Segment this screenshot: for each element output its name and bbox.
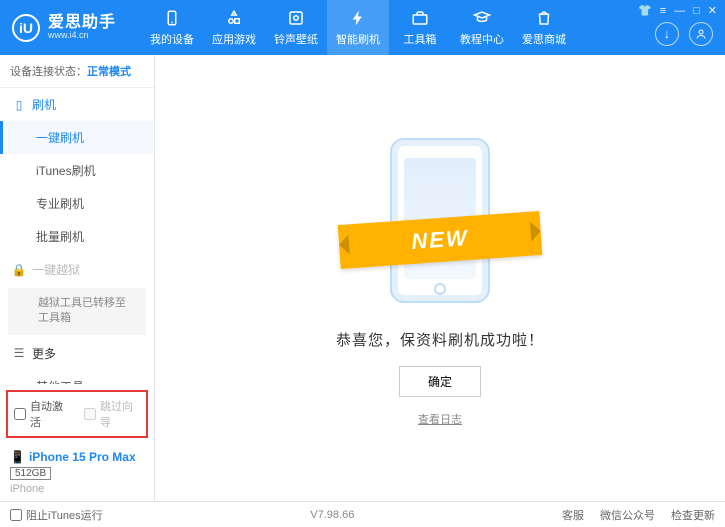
version-label: V7.98.66 — [310, 509, 354, 521]
maximize-icon[interactable]: □ — [693, 5, 700, 17]
tshirt-icon[interactable]: 👕 — [638, 4, 652, 17]
nav-my-device[interactable]: 我的设备 — [141, 0, 203, 55]
new-ribbon: NEW — [338, 211, 543, 269]
sidebar-group-jailbreak: 🔒 一键越狱 — [0, 253, 154, 286]
group-label: 刷机 — [32, 96, 56, 113]
device-name[interactable]: 📱 iPhone 15 Pro Max — [10, 450, 144, 464]
app-logo: iU 爱思助手 www.i4.cn — [12, 14, 116, 42]
nav-label: 工具箱 — [404, 31, 437, 47]
more-icon: ☰ — [12, 346, 26, 360]
device-info: 📱 iPhone 15 Pro Max 512GB iPhone — [0, 444, 154, 501]
sidebar-item-pro-flash[interactable]: 专业刷机 — [0, 187, 154, 220]
device-name-text: iPhone 15 Pro Max — [29, 450, 136, 464]
conn-label: 设备连接状态： — [10, 66, 87, 78]
top-nav: 我的设备 应用游戏 铃声壁纸 智能刷机 工具箱 教程中心 爱思商城 — [141, 0, 575, 55]
group-label: 更多 — [32, 345, 56, 362]
app-url: www.i4.cn — [48, 31, 116, 41]
device-type: iPhone — [10, 483, 144, 495]
logo-badge-icon: iU — [12, 14, 40, 42]
app-title: 爱思助手 — [48, 14, 116, 32]
apps-icon — [224, 8, 244, 28]
sidebar-item-batch-flash[interactable]: 批量刷机 — [0, 220, 154, 253]
device-icon — [162, 8, 182, 28]
header-right-actions: ↓ — [655, 22, 713, 46]
toolbox-icon — [410, 8, 430, 28]
nav-tutorial[interactable]: 教程中心 — [451, 0, 513, 55]
view-log-link[interactable]: 查看日志 — [418, 411, 462, 427]
nav-label: 铃声壁纸 — [274, 31, 318, 47]
minimize-icon[interactable]: — — [674, 5, 685, 17]
options-highlight-box: 自动激活 跳过向导 — [6, 390, 148, 438]
nav-label: 智能刷机 — [336, 31, 380, 47]
ringtone-icon — [286, 8, 306, 28]
sidebar-group-more[interactable]: ☰ 更多 — [0, 337, 154, 370]
checkbox-label: 自动激活 — [30, 398, 70, 430]
group-label: 一键越狱 — [32, 261, 80, 278]
nav-label: 应用游戏 — [212, 31, 256, 47]
sidebar-item-itunes-flash[interactable]: iTunes刷机 — [0, 154, 154, 187]
nav-label: 教程中心 — [460, 31, 504, 47]
skip-wizard-checkbox[interactable]: 跳过向导 — [84, 398, 140, 430]
footer-wechat[interactable]: 微信公众号 — [600, 507, 655, 523]
account-button[interactable] — [689, 22, 713, 46]
lock-icon: 🔒 — [12, 263, 26, 277]
nav-label: 爱思商城 — [522, 31, 566, 47]
auto-activate-checkbox[interactable]: 自动激活 — [14, 398, 70, 430]
success-message: 恭喜您，保资料刷机成功啦！ — [336, 329, 544, 350]
footer-bar: 阻止iTunes运行 V7.98.66 客服 微信公众号 检查更新 — [0, 501, 725, 527]
nav-apps-games[interactable]: 应用游戏 — [203, 0, 265, 55]
success-illustration: NEW — [345, 130, 535, 305]
main-panel: NEW 恭喜您，保资料刷机成功啦！ 确定 查看日志 — [155, 55, 725, 501]
device-storage: 512GB — [10, 467, 51, 480]
connection-status: 设备连接状态：正常模式 — [0, 55, 154, 88]
close-icon[interactable]: ✕ — [708, 4, 717, 17]
phone-icon: ▯ — [12, 98, 26, 112]
nav-ringtone-wallpaper[interactable]: 铃声壁纸 — [265, 0, 327, 55]
sidebar-item-other-tools[interactable]: 其他工具 — [0, 370, 154, 384]
sidebar-group-flash[interactable]: ▯ 刷机 — [0, 88, 154, 121]
store-icon — [534, 8, 554, 28]
flash-icon — [348, 8, 368, 28]
download-button[interactable]: ↓ — [655, 22, 679, 46]
phone-small-icon: 📱 — [10, 450, 25, 464]
footer-customer-service[interactable]: 客服 — [562, 507, 584, 523]
nav-store[interactable]: 爱思商城 — [513, 0, 575, 55]
window-controls: 👕 ≡ — □ ✕ — [638, 4, 717, 17]
sidebar: 设备连接状态：正常模式 ▯ 刷机 一键刷机 iTunes刷机 专业刷机 批量刷机… — [0, 55, 155, 501]
menu-icon[interactable]: ≡ — [660, 5, 666, 17]
footer-check-update[interactable]: 检查更新 — [671, 507, 715, 523]
tutorial-icon — [472, 8, 492, 28]
app-header: iU 爱思助手 www.i4.cn 我的设备 应用游戏 铃声壁纸 智能刷机 工具… — [0, 0, 725, 55]
checkbox-label: 跳过向导 — [100, 398, 140, 430]
nav-toolbox[interactable]: 工具箱 — [389, 0, 451, 55]
checkbox-label: 阻止iTunes运行 — [26, 507, 103, 523]
conn-mode: 正常模式 — [87, 66, 131, 78]
nav-smart-flash[interactable]: 智能刷机 — [327, 0, 389, 55]
block-itunes-checkbox[interactable]: 阻止iTunes运行 — [10, 507, 103, 523]
jailbreak-note: 越狱工具已转移至工具箱 — [8, 288, 146, 335]
nav-label: 我的设备 — [150, 31, 194, 47]
ok-button[interactable]: 确定 — [399, 366, 481, 397]
sidebar-item-oneclick-flash[interactable]: 一键刷机 — [0, 121, 154, 154]
